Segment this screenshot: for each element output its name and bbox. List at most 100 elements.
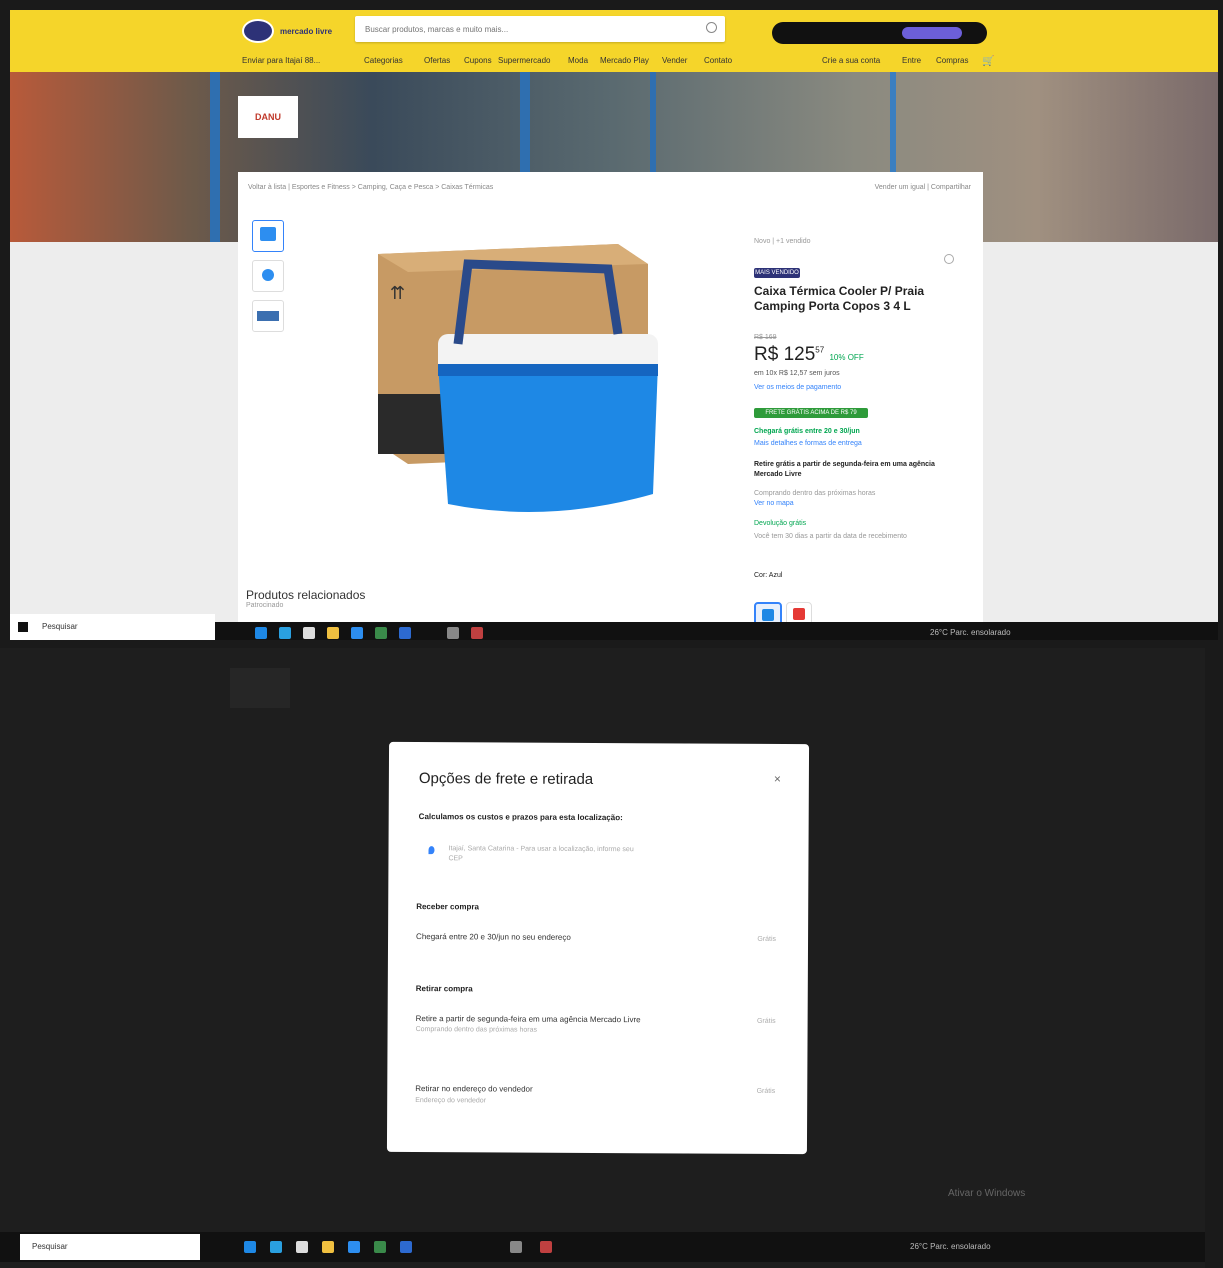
payment-methods-link[interactable]: Ver os meios de pagamento <box>754 384 841 391</box>
app-icon-3[interactable] <box>471 627 483 639</box>
related-products-title: Produtos relacionados <box>246 588 366 602</box>
purchases-link[interactable]: Compras <box>936 56 968 65</box>
thumbnail-2[interactable] <box>252 260 284 292</box>
product-main-image[interactable]: ⇈ <box>368 224 668 524</box>
browser-window-shipping-modal: Opções de frete e retirada × Calculamos … <box>0 648 1205 1268</box>
promo-banner[interactable] <box>772 22 987 44</box>
pickup-map-link[interactable]: Ver no mapa <box>754 500 794 507</box>
price-value: R$ 125 <box>754 344 816 365</box>
seller-pickup-price: Grátis <box>756 1087 776 1095</box>
receive-price: Grátis <box>757 935 777 943</box>
windows-activation-watermark: Ativar o Windows <box>948 1188 1026 1199</box>
installments: em 10x R$ 12,57 sem juros <box>754 370 840 377</box>
old-price: R$ 169 <box>754 334 777 341</box>
product-title: Caixa Térmica Cooler P/ Praia Camping Po… <box>754 284 925 313</box>
logo-text: mercado livre <box>279 26 333 36</box>
share-links[interactable]: Vender um igual | Compartilhar <box>875 184 971 191</box>
folder-icon-bottom[interactable] <box>322 1241 334 1253</box>
store-icon[interactable] <box>303 627 315 639</box>
modal-title: Opções de frete e retirada <box>418 770 594 788</box>
nav-item-contato[interactable]: Contato <box>704 56 732 65</box>
receive-line: Chegará entre 20 e 30/jun no seu endereç… <box>416 932 571 942</box>
dimmed-logo <box>230 668 290 708</box>
location-pin-icon <box>428 846 435 855</box>
seller-pickup-line: Retirar no endereço do vendedor <box>415 1084 533 1094</box>
color-label: Cor: Azul <box>754 572 783 579</box>
folder-icon[interactable] <box>327 627 339 639</box>
pickup-price: Grátis <box>756 1017 776 1025</box>
login-link[interactable]: Entre <box>902 56 921 65</box>
section-pickup: Retirar compra <box>415 984 473 994</box>
related-products-sub: Patrocinado <box>246 602 284 609</box>
thumbnail-3[interactable] <box>252 300 284 332</box>
nav-item-supermercado[interactable]: Supermercado <box>498 56 550 65</box>
pickup-sub: Comprando dentro das próximas horas <box>415 1026 537 1034</box>
mail-icon-bottom[interactable] <box>348 1241 360 1253</box>
thumbnail-1[interactable] <box>252 220 284 252</box>
app-icon-2-bottom[interactable] <box>510 1241 522 1253</box>
word-icon-bottom[interactable] <box>400 1241 412 1253</box>
product-card: Voltar à lista | Esportes e Fitness > Ca… <box>238 172 983 632</box>
app-icon-3-bottom[interactable] <box>540 1241 552 1253</box>
weather-widget[interactable]: 26°C Parc. ensolarado <box>930 628 1011 637</box>
location-link[interactable]: Enviar para Itajaí 88... <box>242 56 320 65</box>
nav-item-categorias[interactable]: Categorias <box>364 56 403 65</box>
best-seller-badge: MAIS VENDIDO <box>754 268 800 278</box>
section-receive: Receber compra <box>416 902 479 912</box>
returns-info: Devolução grátis <box>754 520 807 527</box>
browser-icon-bottom[interactable] <box>244 1241 256 1253</box>
taskbar-search-label: Pesquisar <box>42 622 78 631</box>
pickup-line: Retire a partir de segunda-feira em uma … <box>415 1014 641 1025</box>
location-text[interactable]: Itajaí, Santa Catarina - Para usar a loc… <box>448 844 648 865</box>
taskbar-search-label-bottom: Pesquisar <box>32 1242 68 1251</box>
mail-icon[interactable] <box>351 627 363 639</box>
discount-label: 10% OFF <box>829 353 864 362</box>
nav-item-cupons[interactable]: Cupons <box>464 56 492 65</box>
edge-icon-bottom[interactable] <box>270 1241 282 1253</box>
modal-subtitle: Calculamos os custos e prazos para esta … <box>418 812 623 823</box>
returns-sub: Você tem 30 dias a partir da data de rec… <box>754 533 907 540</box>
mercado-livre-logo[interactable]: mercado livre <box>242 16 332 46</box>
promo-chip <box>902 27 962 39</box>
taskbar-search-box-bottom[interactable]: Pesquisar <box>20 1234 200 1260</box>
delivery-details-link[interactable]: Mais detalhes e formas de entrega <box>754 440 862 447</box>
buy-box: Novo | +1 vendido MAIS VENDIDO Caixa Tér… <box>754 224 964 630</box>
free-shipping-tag: FRETE GRÁTIS ACIMA DE R$ 79 <box>754 408 868 418</box>
cooler-image: ⇈ <box>378 244 658 512</box>
start-icon[interactable] <box>18 622 28 632</box>
search-input[interactable] <box>355 16 697 42</box>
price-cents: 57 <box>815 345 825 355</box>
app-icon-2[interactable] <box>447 627 459 639</box>
search-icon[interactable] <box>706 22 717 33</box>
nav-item-ofertas[interactable]: Ofertas <box>424 56 450 65</box>
store-logo[interactable]: DANU <box>238 96 298 138</box>
browser-icon[interactable] <box>255 627 267 639</box>
nav-item-moda[interactable]: Moda <box>568 56 588 65</box>
delivery-info: Chegará grátis entre 20 e 30/jun <box>754 428 860 435</box>
nav-bar: Enviar para Itajaí 88... Categorias Ofer… <box>242 52 1192 68</box>
edge-icon[interactable] <box>279 627 291 639</box>
create-account-link[interactable]: Crie a sua conta <box>822 56 880 65</box>
shipping-options-modal: Opções de frete e retirada × Calculamos … <box>386 741 810 1155</box>
seller-pickup-sub: Endereço do vendedor <box>415 1097 487 1105</box>
search-bar[interactable] <box>355 16 725 42</box>
browser-window-product: mercado livre Enviar para Itajaí 88... C… <box>10 10 1218 640</box>
taskbar-search-box[interactable]: Pesquisar <box>10 614 215 640</box>
pickup-info: Retire grátis a partir de segunda-feira … <box>754 461 935 478</box>
price: R$ 12557 10% OFF <box>754 344 864 366</box>
pickup-sub: Comprando dentro das próximas horas <box>754 490 876 497</box>
nav-item-mercado-play[interactable]: Mercado Play <box>600 56 649 65</box>
close-icon[interactable]: × <box>774 772 781 786</box>
word-icon[interactable] <box>399 627 411 639</box>
favorite-heart-icon[interactable] <box>944 254 954 264</box>
app-icon[interactable] <box>375 627 387 639</box>
nav-item-vender[interactable]: Vender <box>662 56 687 65</box>
breadcrumb[interactable]: Voltar à lista | Esportes e Fitness > Ca… <box>248 184 493 191</box>
cart-icon[interactable]: 🛒 <box>982 56 994 67</box>
handshake-logo-icon <box>242 19 274 43</box>
app-icon-bottom[interactable] <box>374 1241 386 1253</box>
svg-text:⇈: ⇈ <box>390 283 405 304</box>
weather-widget-bottom[interactable]: 26°C Parc. ensolarado <box>910 1242 991 1251</box>
store-icon-bottom[interactable] <box>296 1241 308 1253</box>
taskbar: 26°C Parc. ensolarado <box>215 622 1218 640</box>
